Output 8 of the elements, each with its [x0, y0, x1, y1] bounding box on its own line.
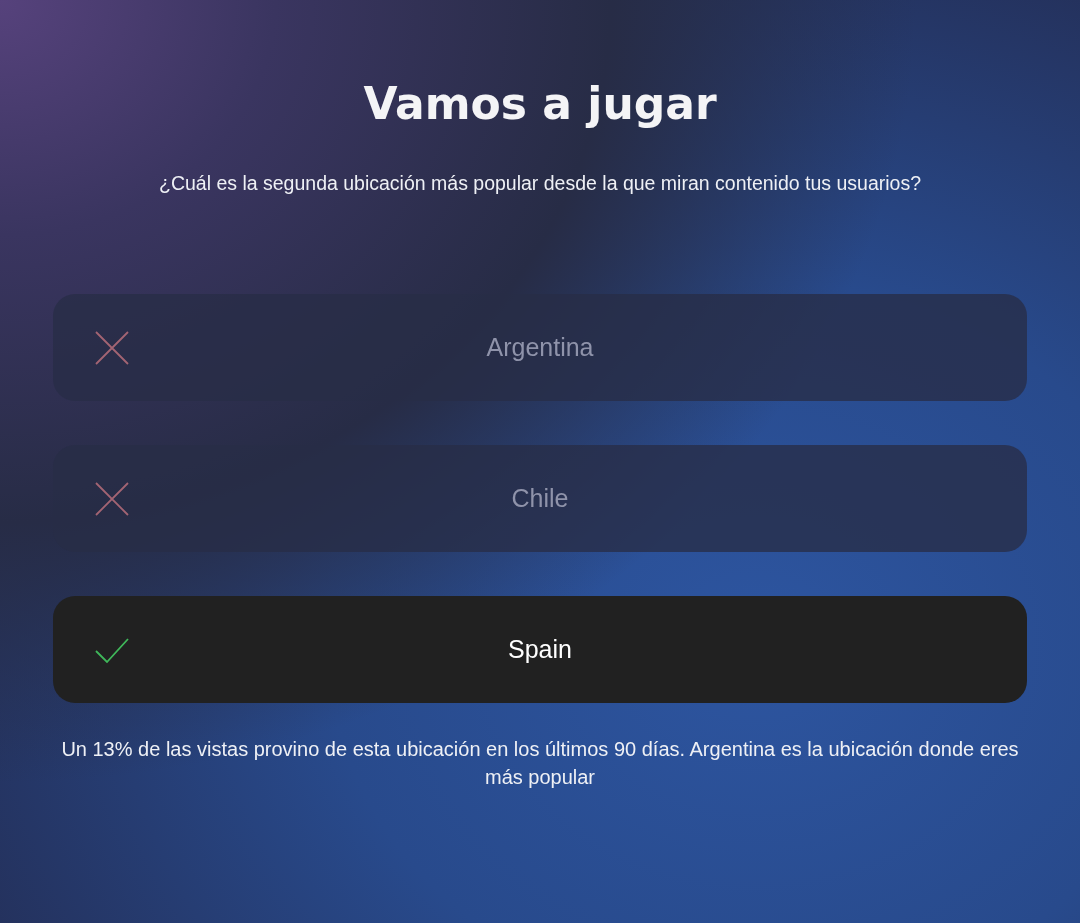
explanation-text: Un 13% de las vistas provino de esta ubicación en los últimos 90 días. Argentina es la ubicación donde eres más popular	[60, 737, 1020, 791]
answer-option[interactable]: Chile	[53, 445, 1027, 553]
answer-option[interactable]: Argentina	[53, 294, 1027, 402]
answer-option[interactable]: Spain	[53, 596, 1027, 704]
cross-icon	[95, 330, 129, 365]
quiz-title: Vamos a jugar	[362, 78, 718, 131]
question-text: ¿Cuál es la segunda ubicación más popular desde la que miran contenido tus usuarios?	[157, 170, 923, 196]
cross-icon	[95, 481, 129, 516]
